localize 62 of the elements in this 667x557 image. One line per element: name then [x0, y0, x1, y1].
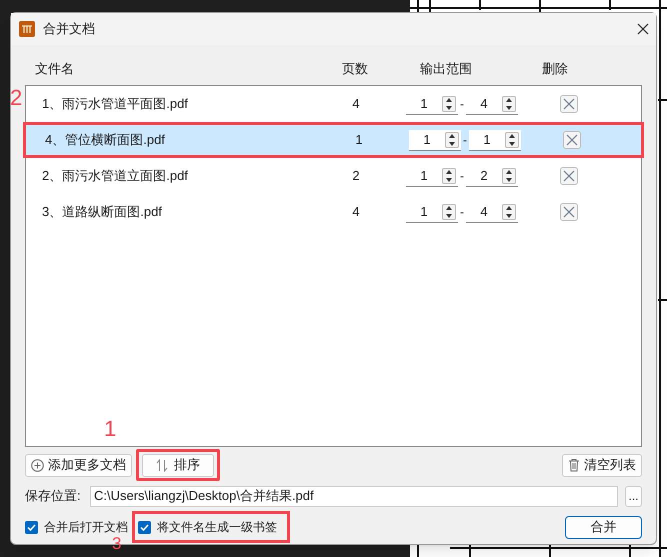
sort-button[interactable]: 排序 — [142, 454, 214, 476]
annotation-number: 2 — [10, 87, 22, 109]
file-row[interactable]: 3、道路纵断面图.pdf 4 1 - 4 — [26, 194, 641, 230]
checkbox-option[interactable]: 将文件名生成一级书签 — [132, 511, 290, 543]
page-count: 1 — [354, 131, 364, 150]
number-spinner[interactable]: 1 — [469, 130, 521, 150]
file-row[interactable]: 4、管位横断面图.pdf 1 1 - 1 — [23, 122, 644, 158]
file-name: 3、道路纵断面图.pdf — [42, 203, 163, 222]
sort-arrows-icon — [156, 458, 168, 472]
number-spinner[interactable]: 1 — [409, 130, 461, 150]
range-dash: - — [459, 168, 465, 185]
checkbox-label: 将文件名生成一级书签 — [157, 519, 277, 536]
spin-arrows-icon — [502, 96, 516, 112]
column-header: 输出范围 — [419, 60, 473, 78]
number-spinner[interactable]: 4 — [466, 202, 518, 222]
checkbox-checked-icon — [25, 520, 38, 534]
spin-arrows-icon — [505, 132, 519, 148]
delete-icon[interactable] — [560, 167, 578, 185]
window-title: 合并文档 — [43, 20, 95, 38]
number-spinner[interactable]: 1 — [406, 94, 458, 114]
delete-icon[interactable] — [560, 203, 578, 221]
range-dash: - — [459, 96, 465, 113]
spin-arrows-icon — [442, 204, 456, 220]
range-dash: - — [459, 204, 465, 221]
annotation-number: 3 — [112, 535, 122, 552]
column-header: 删除 — [541, 60, 569, 78]
checkbox-checked-icon — [138, 520, 151, 534]
page-count: 2 — [351, 167, 361, 186]
trash-icon — [568, 458, 580, 472]
page-count: 4 — [351, 95, 361, 114]
plus-circle-icon — [31, 458, 44, 472]
annotation-number: 1 — [104, 418, 116, 440]
number-spinner[interactable]: 2 — [466, 166, 518, 186]
app-icon — [19, 21, 35, 37]
number-spinner[interactable]: 4 — [466, 94, 518, 114]
spin-arrows-icon — [502, 204, 516, 220]
save-path-field[interactable]: C:\Users\liangzj\Desktop\合并结果.pdf — [90, 486, 618, 506]
page-count: 4 — [351, 203, 361, 222]
column-header: 文件名 — [35, 60, 75, 78]
close-icon[interactable] — [636, 22, 650, 36]
file-name: 4、管位横断面图.pdf — [45, 131, 166, 150]
spin-arrows-icon — [502, 168, 516, 184]
spin-arrows-icon — [442, 168, 456, 184]
file-row[interactable]: 2、雨污水管道立面图.pdf 2 1 - 2 — [26, 158, 641, 194]
range-dash: - — [462, 132, 468, 149]
file-name: 1、雨污水管道平面图.pdf — [42, 95, 189, 114]
delete-icon[interactable] — [563, 131, 581, 149]
number-spinner[interactable]: 1 — [406, 202, 458, 222]
spin-arrows-icon — [442, 96, 456, 112]
clear-list-button[interactable]: 清空列表 — [562, 454, 642, 476]
browse-button[interactable]: ... — [625, 486, 642, 506]
number-spinner[interactable]: 1 — [406, 166, 458, 186]
add-documents-button[interactable]: 添加更多文档 — [25, 454, 132, 476]
save-location-label: 保存位置: — [25, 487, 82, 506]
delete-icon[interactable] — [560, 95, 578, 113]
checkbox-option[interactable]: 合并后打开文档 — [25, 518, 128, 536]
spin-arrows-icon — [445, 132, 459, 148]
file-row[interactable]: 1、雨污水管道平面图.pdf 4 1 - 4 — [26, 86, 641, 122]
file-name: 2、雨污水管道立面图.pdf — [42, 167, 189, 186]
merge-button[interactable]: 合并 — [565, 516, 642, 538]
column-header: 页数 — [341, 60, 369, 78]
checkbox-label: 合并后打开文档 — [44, 519, 128, 536]
